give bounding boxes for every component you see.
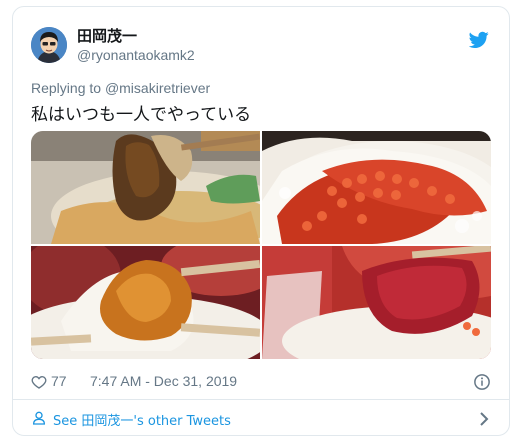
see-other-tweets-label[interactable]: See 田岡茂一's other Tweets (53, 410, 231, 429)
tweet-meta: 77 7:47 AM - Dec 31, 2019 (31, 372, 491, 392)
tweet-text: 私はいつも一人でやっている (31, 105, 252, 125)
tweet-card[interactable]: 田岡茂一 @ryonantaokamk2 Replying to @misaki… (12, 6, 510, 436)
avatar[interactable] (31, 27, 67, 63)
heart-icon[interactable] (31, 374, 47, 390)
twitter-bird-icon[interactable] (469, 31, 489, 49)
replying-mention[interactable]: @misakiretriever (105, 80, 210, 96)
person-icon (32, 411, 46, 425)
display-name[interactable]: 田岡茂一 (77, 28, 195, 46)
replying-to: Replying to @misakiretriever (31, 80, 210, 96)
photo-1[interactable] (31, 131, 260, 244)
replying-prefix: Replying to (31, 80, 102, 96)
photo-4[interactable] (262, 246, 491, 359)
handle[interactable]: @ryonantaokamk2 (77, 46, 195, 64)
see-other-tweets-link[interactable]: See 田岡茂一's other Tweets (31, 409, 491, 429)
photo-3[interactable] (31, 246, 260, 359)
media-grid[interactable] (31, 131, 491, 359)
timestamp[interactable]: 7:47 AM - Dec 31, 2019 (90, 373, 237, 389)
divider (13, 399, 509, 400)
info-icon[interactable] (473, 373, 491, 391)
tweet-header: 田岡茂一 @ryonantaokamk2 (31, 27, 491, 71)
photo-2[interactable] (262, 131, 491, 244)
author-info[interactable]: 田岡茂一 @ryonantaokamk2 (77, 28, 195, 64)
chevron-right-icon[interactable] (477, 411, 491, 427)
like-count[interactable]: 77 (51, 373, 67, 389)
